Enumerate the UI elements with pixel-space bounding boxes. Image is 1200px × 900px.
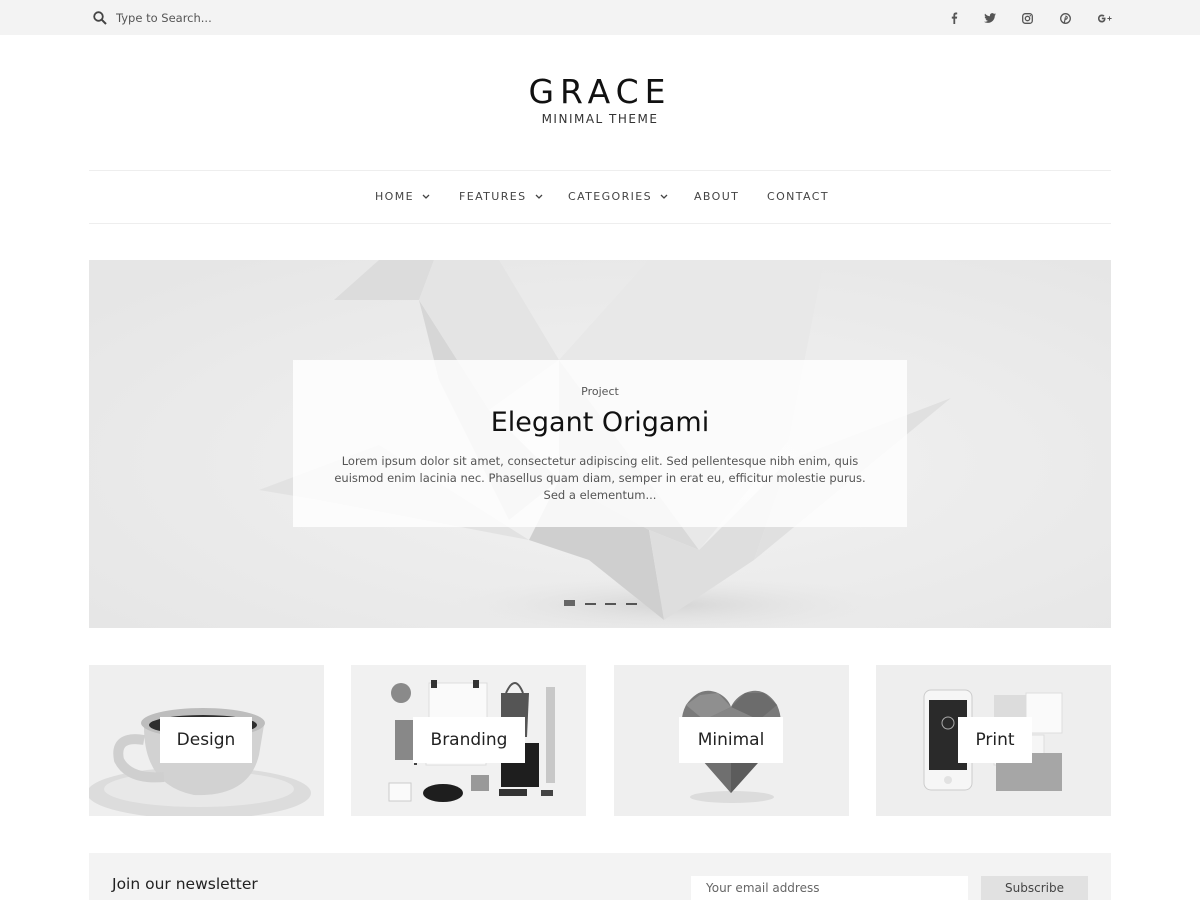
twitter-icon[interactable] (982, 10, 998, 26)
nav-item-label: ABOUT (694, 190, 740, 203)
instagram-icon[interactable] (1019, 10, 1035, 26)
hero-slider[interactable]: Project Elegant Origami Lorem ipsum dolo… (89, 260, 1111, 628)
nav-item-contact[interactable]: CONTACT (767, 190, 829, 203)
main-navigation: HOME FEATURES CATEGORIES ABOUT CONTACT (89, 170, 1111, 224)
google-plus-icon[interactable] (1096, 10, 1114, 26)
post-category[interactable]: Project (293, 385, 907, 398)
nav-item-label: CONTACT (767, 190, 829, 203)
site-tagline: MINIMAL THEME (541, 112, 659, 126)
chevron-down-icon (422, 194, 430, 199)
slider-dot-active[interactable] (564, 600, 575, 606)
search-icon[interactable] (93, 11, 107, 25)
nav-item-label: HOME (375, 190, 414, 203)
search-input[interactable] (116, 9, 356, 27)
newsletter-email-input[interactable] (691, 876, 968, 900)
pinterest-icon[interactable] (1057, 10, 1073, 26)
slider-dot[interactable] (626, 603, 637, 605)
category-label: Branding (413, 717, 525, 763)
category-label: Design (160, 717, 252, 763)
subscribe-button[interactable]: Subscribe (981, 876, 1088, 900)
category-label: Print (958, 717, 1032, 763)
hero-caption-card: Project Elegant Origami Lorem ipsum dolo… (293, 360, 907, 527)
slider-dot[interactable] (605, 603, 616, 605)
post-title[interactable]: Elegant Origami (293, 407, 907, 438)
slider-dot[interactable] (585, 603, 596, 605)
nav-item-categories[interactable]: CATEGORIES (568, 190, 668, 203)
category-tile-minimal[interactable]: Minimal (614, 665, 849, 816)
nav-item-home[interactable]: HOME (375, 190, 430, 203)
category-tile-print[interactable]: Print (876, 665, 1111, 816)
site-title[interactable]: GRACE (0, 72, 1200, 111)
nav-item-features[interactable]: FEATURES (459, 190, 543, 203)
chevron-down-icon (660, 194, 668, 199)
nav-item-label: CATEGORIES (568, 190, 653, 203)
category-tile-design[interactable]: Design (89, 665, 324, 816)
newsletter-title: Join our newsletter (112, 875, 258, 893)
post-excerpt: Lorem ipsum dolor sit amet, consectetur … (334, 454, 866, 502)
facebook-icon[interactable] (946, 10, 962, 26)
category-label: Minimal (679, 717, 783, 763)
nav-item-about[interactable]: ABOUT (694, 190, 739, 203)
top-bar (0, 0, 1200, 35)
category-tile-branding[interactable]: Branding (351, 665, 586, 816)
nav-item-label: FEATURES (459, 190, 527, 203)
chevron-down-icon (535, 194, 542, 199)
newsletter-section: Join our newsletter Subscribe (89, 853, 1111, 900)
